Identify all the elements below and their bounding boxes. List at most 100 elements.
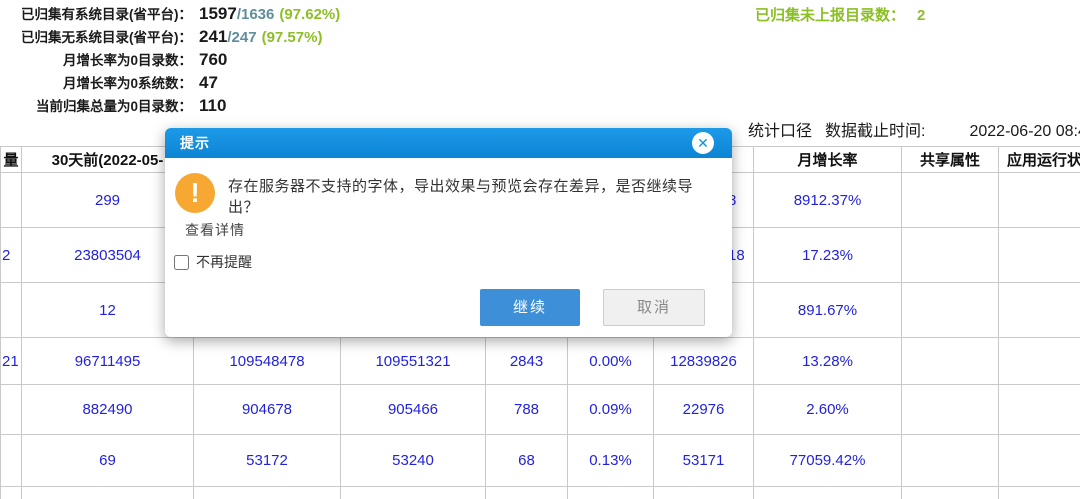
unreported-value: 2 [917, 7, 926, 24]
table-cell [0, 434, 22, 487]
stat-row: 月增长率为0系统数： 47 [0, 71, 340, 94]
dont-remind-label[interactable]: 不再提醒 [196, 252, 252, 272]
table-cell[interactable]: 53172 [193, 434, 341, 487]
close-icon[interactable]: ✕ [692, 132, 714, 154]
stat-label: 已归集无系统目录(省平台)： [21, 30, 192, 45]
stat-row: 已归集无系统目录(省平台)： 241/247 (97.57%) [0, 25, 340, 48]
stat-row: 月增长率为0目录数： 760 [0, 48, 340, 71]
stat-value: 241/247 (97.57%) [199, 27, 323, 46]
table-cell [901, 337, 999, 385]
stat-row: 当前归集总量为0目录数： 110 [0, 94, 340, 117]
table-cell[interactable]: 882490 [21, 384, 194, 435]
table-row: 882490 904678 905466 788 0.09% 22976 2.60% [0, 384, 1080, 435]
stat-denominator: /247 [227, 29, 257, 46]
continue-button[interactable]: 继续 [480, 289, 580, 326]
table-cell[interactable]: 17.23% [753, 227, 902, 283]
table-cell[interactable]: 2 [0, 227, 22, 283]
stat-label: 当前归集总量为0目录数： [35, 99, 192, 114]
table-cell[interactable]: 21 [0, 337, 22, 385]
column-header: 应用运行状态 [998, 146, 1080, 173]
column-header: 量 [0, 146, 22, 173]
meta-line: 统计口径 数据截止时间: 2022-06-20 08:4 [748, 117, 1080, 141]
stat-row: 已归集有系统目录(省平台)： 1597/1636 (97.62%) [0, 2, 340, 25]
table-cell [567, 486, 654, 499]
table-cell[interactable]: 0.00% [567, 337, 654, 385]
table-cell[interactable]: 96711495 [21, 337, 194, 385]
stat-percent: (97.62%) [279, 6, 341, 23]
stat-value: 760 [199, 50, 228, 69]
table-cell[interactable]: 69 [21, 434, 194, 487]
stat-label: 月增长率为0系统数： [62, 76, 192, 91]
table-cell [193, 486, 341, 499]
column-header: 月增长率 [753, 146, 902, 173]
table-cell [901, 486, 999, 499]
table-cell [998, 486, 1080, 499]
dialog-message: 存在服务器不支持的字体，导出效果与预览会存在差异，是否继续导出？ [228, 178, 694, 216]
table-cell[interactable]: 109548478 [193, 337, 341, 385]
table-cell[interactable]: 904678 [193, 384, 341, 435]
table-cell[interactable]: 8912.37% [753, 172, 902, 228]
table-cell [901, 434, 999, 487]
table-cell[interactable]: 12839826 [653, 337, 754, 385]
unreported-stat: 已归集未上报目录数： 2 [755, 4, 925, 25]
stat-value: 47 [199, 73, 218, 92]
warning-icon: ! [175, 173, 215, 213]
export-warning-dialog: 提示 ✕ ! 存在服务器不支持的字体，导出效果与预览会存在差异，是否继续导出？ … [165, 128, 732, 337]
table-cell [998, 282, 1080, 338]
table-cell [753, 486, 902, 499]
table-cell [21, 486, 194, 499]
table-cell[interactable]: 788 [485, 384, 568, 435]
table-cell [998, 384, 1080, 435]
table-row: 21 96711495 109548478 109551321 2843 0.00% 128… [0, 337, 1080, 385]
dont-remind-row: 不再提醒 [174, 252, 252, 272]
stat-value: 110 [199, 96, 227, 115]
table-cell [0, 486, 22, 499]
stat-label: 月增长率为0目录数： [62, 53, 192, 68]
table-cell[interactable]: 13.28% [753, 337, 902, 385]
dont-remind-checkbox[interactable] [174, 254, 189, 270]
app-screen: 已归集有系统目录(省平台)： 1597/1636 (97.62%) 已归集无系统目录(… [0, 0, 1080, 499]
column-header: 共享属性 [901, 146, 999, 173]
summary-stats: 已归集有系统目录(省平台)： 1597/1636 (97.62%) 已归集无系统目录(… [0, 2, 340, 117]
stat-percent: (97.57%) [261, 29, 323, 46]
stat-denominator: /1636 [236, 6, 275, 23]
stat-label: 已归集有系统目录(省平台)： [21, 7, 192, 22]
table-cell[interactable]: 53171 [653, 434, 754, 487]
table-cell[interactable]: 905466 [340, 384, 486, 435]
table-cell [653, 486, 754, 499]
view-details-link[interactable]: 查看详情 [185, 220, 245, 240]
table-cell [0, 384, 22, 435]
cutoff-timestamp: 2022-06-20 08:4 [969, 123, 1080, 140]
table-cell [998, 337, 1080, 385]
table-cell [0, 172, 22, 228]
table-cell [485, 486, 568, 499]
table-row: 69 53172 53240 68 0.13% 53171 77059.42% [0, 434, 1080, 487]
table-cell[interactable]: 109551321 [340, 337, 486, 385]
unreported-label: 已归集未上报目录数： [755, 7, 906, 24]
table-cell [998, 172, 1080, 228]
table-cell[interactable]: 77059.42% [753, 434, 902, 487]
table-row [0, 486, 1080, 499]
cutoff-label: 数据截止时间: [825, 123, 926, 140]
cancel-button[interactable]: 取消 [603, 289, 705, 326]
table-cell[interactable]: 22976 [653, 384, 754, 435]
caliber-label: 统计口径 [748, 123, 813, 140]
dialog-title: 提示 [180, 135, 210, 151]
table-cell [0, 282, 22, 338]
table-cell [340, 486, 486, 499]
table-cell[interactable]: 68 [485, 434, 568, 487]
table-cell [901, 384, 999, 435]
table-cell [998, 227, 1080, 283]
table-cell[interactable]: 2.60% [753, 384, 902, 435]
table-cell[interactable]: 0.13% [567, 434, 654, 487]
table-cell[interactable]: 53240 [340, 434, 486, 487]
table-cell [901, 172, 999, 228]
table-cell [901, 227, 999, 283]
stat-value: 1597/1636 (97.62%) [199, 4, 341, 23]
table-cell [998, 434, 1080, 487]
table-cell[interactable]: 891.67% [753, 282, 902, 338]
dialog-titlebar: 提示 ✕ [165, 128, 732, 158]
table-cell [901, 282, 999, 338]
table-cell[interactable]: 2843 [485, 337, 568, 385]
table-cell[interactable]: 0.09% [567, 384, 654, 435]
